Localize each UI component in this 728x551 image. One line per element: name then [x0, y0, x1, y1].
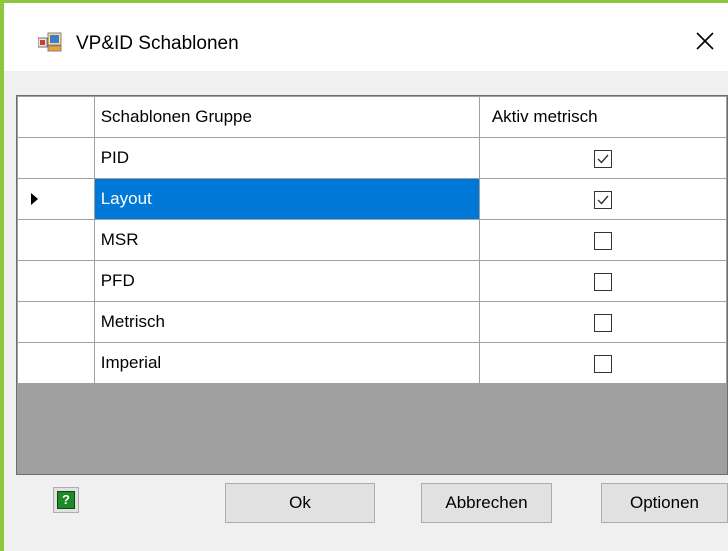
window-title: VP&ID Schablonen	[76, 33, 239, 54]
options-button[interactable]: Optionen	[601, 483, 728, 523]
group-name-cell[interactable]: PFD	[93, 260, 480, 302]
ok-button[interactable]: Ok	[225, 483, 375, 523]
row-header[interactable]	[17, 260, 95, 302]
active-metric-checkbox[interactable]	[593, 354, 612, 373]
help-icon: ?	[57, 491, 75, 509]
row-header[interactable]	[17, 219, 95, 261]
active-metric-cell	[478, 137, 727, 179]
corner-header[interactable]	[17, 96, 95, 138]
group-name-cell[interactable]: Metrisch	[93, 301, 480, 343]
active-metric-cell	[478, 219, 727, 261]
app-icon	[37, 32, 62, 52]
group-name-cell[interactable]: Imperial	[93, 342, 480, 384]
group-name-cell[interactable]: MSR	[93, 219, 480, 261]
title-bar[interactable]: VP&ID Schablonen	[4, 3, 728, 71]
row-header[interactable]	[17, 342, 95, 384]
dialog-client-area: Schablonen Gruppe Aktiv metrisch PID Layo…	[4, 71, 728, 551]
active-metric-checkbox[interactable]	[593, 231, 612, 250]
column-header-active-metric[interactable]: Aktiv metrisch	[478, 96, 727, 138]
row-header[interactable]	[17, 137, 95, 179]
table-row[interactable]: Layout	[17, 178, 727, 220]
group-name-cell[interactable]: PID	[93, 137, 480, 179]
table-row[interactable]: PID	[17, 137, 727, 179]
active-metric-checkbox[interactable]	[593, 190, 612, 209]
cancel-button[interactable]: Abbrechen	[421, 483, 552, 523]
active-metric-cell	[478, 301, 727, 343]
group-name-cell[interactable]: Layout	[93, 178, 480, 220]
templates-table: Schablonen Gruppe Aktiv metrisch PID Layo…	[17, 96, 727, 384]
current-row-arrow-icon	[31, 193, 38, 205]
checkmark-icon	[597, 195, 609, 205]
row-header[interactable]	[17, 301, 95, 343]
active-metric-checkbox[interactable]	[593, 313, 612, 332]
row-header[interactable]	[17, 178, 95, 220]
close-icon	[696, 32, 714, 50]
dialog-window: VP&ID Schablonen Schablonen Gruppe Aktiv…	[0, 0, 728, 551]
active-metric-checkbox[interactable]	[593, 149, 612, 168]
checkmark-icon	[597, 154, 609, 164]
header-row: Schablonen Gruppe Aktiv metrisch	[17, 96, 727, 138]
close-button[interactable]	[682, 19, 728, 63]
active-metric-cell	[478, 260, 727, 302]
table-row[interactable]: MSR	[17, 219, 727, 261]
column-header-group[interactable]: Schablonen Gruppe	[93, 96, 480, 138]
active-metric-checkbox[interactable]	[593, 272, 612, 291]
table-row[interactable]: PFD	[17, 260, 727, 302]
templates-grid[interactable]: Schablonen Gruppe Aktiv metrisch PID Layo…	[16, 95, 728, 475]
help-button[interactable]: ?	[53, 487, 79, 513]
table-row[interactable]: Imperial	[17, 342, 727, 384]
table-row[interactable]: Metrisch	[17, 301, 727, 343]
active-metric-cell	[478, 342, 727, 384]
active-metric-cell	[478, 178, 727, 220]
